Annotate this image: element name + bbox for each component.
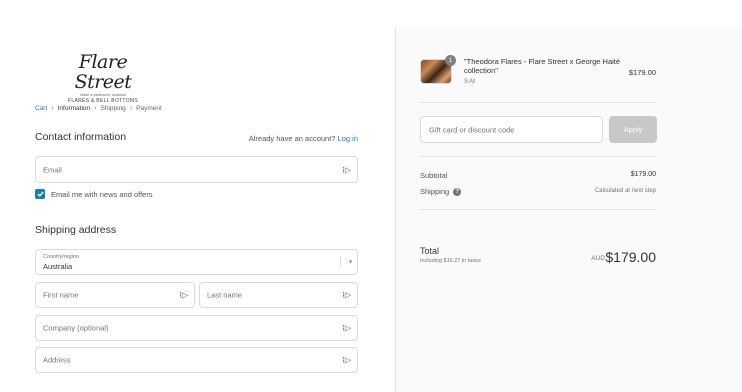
logo-subtitle: FLARES & BELL BOTTOMS (68, 98, 138, 104)
chevron-right-icon: › (129, 105, 133, 112)
country-select[interactable]: Country/region Australia ▾ (35, 249, 358, 275)
checkmark-icon (36, 191, 44, 197)
newsletter-label: Email me with news and offers (51, 189, 153, 199)
question-icon[interactable]: ? (453, 187, 462, 196)
address-field[interactable]: Address ⁞▷ (35, 347, 358, 373)
breadcrumb-payment: Payment (136, 105, 162, 112)
company-placeholder: Company (optional) (43, 323, 109, 333)
store-logo[interactable]: Flare Street Made in Melbourne, Australi… (58, 52, 148, 104)
shipping-text: Shipping (420, 187, 450, 196)
select-divider (340, 257, 341, 267)
breadcrumb-shipping: Shipping (100, 105, 126, 112)
email-field[interactable]: Email ⁞▷ (35, 156, 358, 183)
autofill-key-icon[interactable]: ⁞▷ (342, 356, 351, 365)
first-name-field[interactable]: First name ⁞▷ (35, 282, 195, 308)
total-amount: $179.00 (605, 249, 656, 265)
first-name-placeholder: First name (43, 290, 79, 300)
last-name-field[interactable]: Last name ⁞▷ (199, 282, 358, 308)
discount-code-input[interactable]: Gift card or discount code (420, 116, 603, 143)
newsletter-option[interactable]: Email me with news and offers (35, 189, 153, 199)
apply-button[interactable]: Apply (609, 116, 657, 143)
subtotal-text: Subtotal (420, 171, 448, 180)
checkout-main: Flare Street Made in Melbourne, Australi… (0, 0, 395, 392)
login-prompt: Already have an account? Log in (249, 134, 358, 143)
autofill-key-icon[interactable]: ⁞▷ (342, 291, 351, 300)
logo-wordmark: Flare Street (74, 51, 132, 93)
chevron-right-icon: › (51, 105, 54, 112)
address-placeholder: Address (43, 355, 71, 365)
autofill-key-icon[interactable]: ⁞▷ (179, 291, 188, 300)
product-thumbnail: 1 (420, 55, 456, 84)
shipping-label: Shipping ? (420, 187, 462, 196)
subtotal-label: Subtotal (420, 171, 448, 180)
autofill-key-icon[interactable]: ⁞▷ (342, 324, 351, 333)
shipping-value: Calculated at next step (594, 188, 656, 194)
autofill-key-icon[interactable]: ⁞▷ (342, 165, 351, 174)
product-price: $179.00 (628, 68, 656, 77)
login-link[interactable]: Log in (338, 134, 358, 143)
order-summary: 1 "Theodora Flares - Flare Street x Geor… (395, 26, 742, 392)
divider (420, 156, 657, 157)
country-label: Country/region (43, 254, 80, 260)
subtotal-value: $179.00 (630, 171, 656, 178)
account-prompt-text: Already have an account? (248, 134, 336, 143)
country-value: Australia (43, 262, 73, 271)
quantity-badge: 1 (445, 55, 456, 66)
newsletter-checkbox[interactable] (35, 189, 45, 199)
shipping-title: Shipping address (35, 224, 117, 236)
taxes-note: Including $16.27 in taxes (420, 258, 481, 264)
last-name-placeholder: Last name (207, 290, 243, 300)
discount-placeholder: Gift card or discount code (429, 125, 515, 134)
chevron-right-icon: › (94, 105, 97, 112)
currency-code: AUD (591, 255, 605, 262)
breadcrumb-cart[interactable]: Cart (35, 105, 47, 112)
product-variant: S-M (464, 79, 475, 85)
chevron-down-icon: ▾ (348, 259, 352, 266)
email-placeholder: Email (43, 165, 62, 174)
divider (420, 209, 657, 210)
contact-title: Contact information (35, 131, 127, 143)
product-name: "Theodora Flares - Flare Street x George… (464, 57, 621, 75)
breadcrumb-information: Information (57, 105, 91, 112)
breadcrumb: Cart › Information › Shipping › Payment (35, 105, 162, 112)
total-label: Total (420, 246, 440, 256)
company-field[interactable]: Company (optional) ⁞▷ (35, 315, 358, 341)
divider (420, 102, 657, 103)
